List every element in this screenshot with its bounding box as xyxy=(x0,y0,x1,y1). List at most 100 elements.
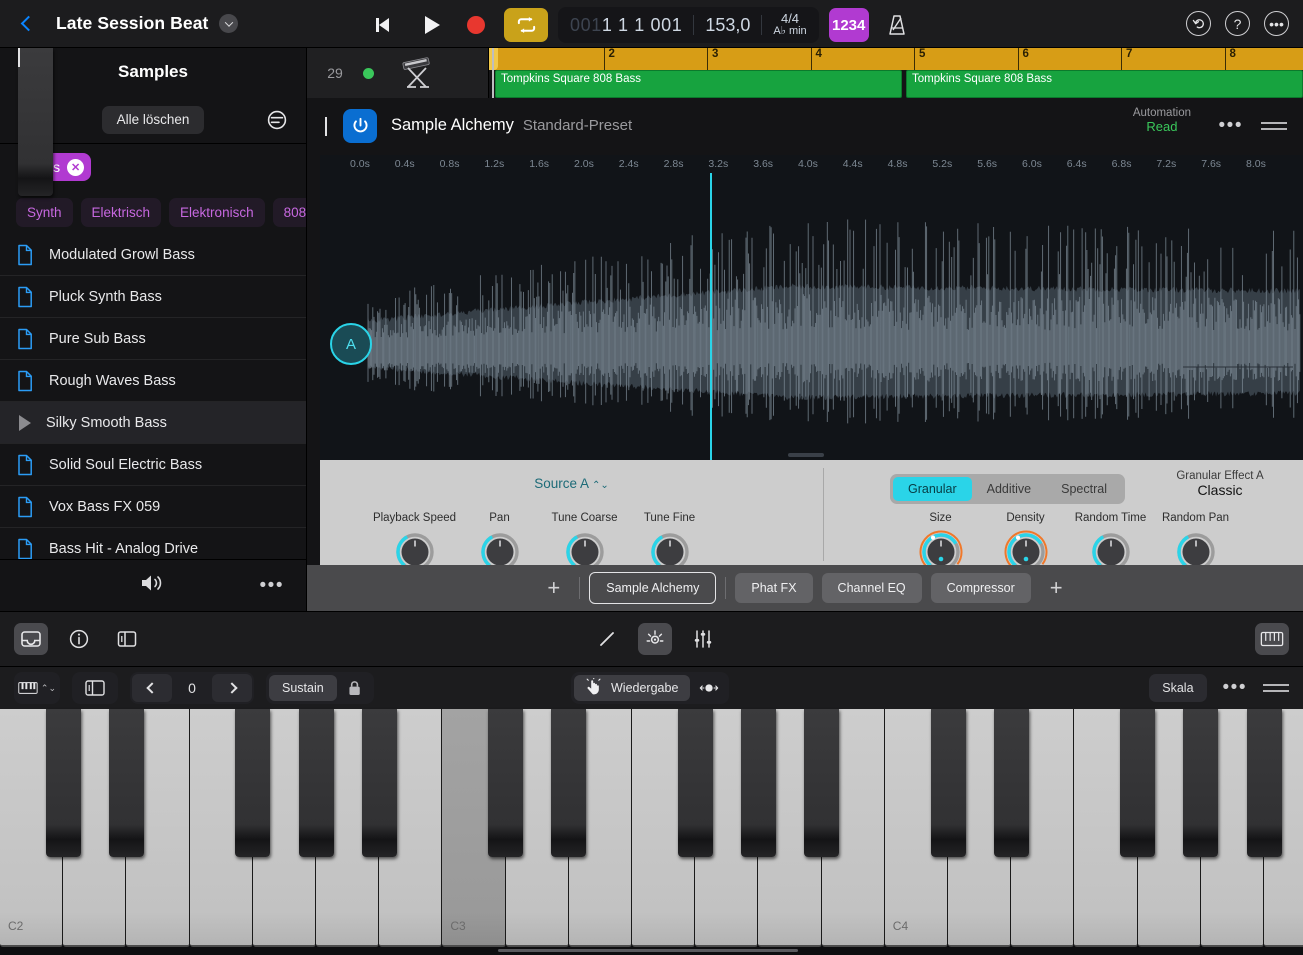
track-header[interactable]: 29 xyxy=(307,48,489,98)
cycle-button[interactable] xyxy=(504,8,548,42)
plugin-slot[interactable]: Compressor xyxy=(931,573,1031,603)
piano-keyboard[interactable]: C2C3C4 xyxy=(0,709,1303,955)
keyboard-type-selector[interactable]: ⌃⌄ xyxy=(14,672,60,704)
category-chip[interactable]: 808 xyxy=(273,198,306,227)
list-item[interactable]: Bass Hit - Analog Drive xyxy=(0,528,306,559)
knob-dial[interactable] xyxy=(1004,530,1048,565)
add-plugin-left-button[interactable]: + xyxy=(537,575,570,601)
keyboard-menu-button[interactable] xyxy=(1263,680,1289,696)
help-button[interactable]: ? xyxy=(1225,11,1250,36)
piano-black-key[interactable] xyxy=(994,709,1029,857)
pitchbend-button[interactable] xyxy=(692,675,726,701)
list-item[interactable]: Modulated Growl Bass xyxy=(0,234,306,276)
sustain-button[interactable]: Sustain xyxy=(269,675,337,701)
scale-button[interactable]: Skala xyxy=(1149,674,1206,702)
play-button[interactable] xyxy=(410,8,454,42)
brightness-button[interactable] xyxy=(638,623,672,655)
waveform-display[interactable]: 0.0s0.4s0.8s1.2s1.6s2.0s2.4s2.8s3.2s3.6s… xyxy=(320,155,1303,460)
knob-dial[interactable] xyxy=(648,530,692,565)
category-chip[interactable]: Elektrisch xyxy=(81,198,162,227)
list-item[interactable]: Pluck Synth Bass xyxy=(0,276,306,318)
piano-black-key[interactable] xyxy=(46,709,81,857)
category-chip[interactable]: Synth xyxy=(16,198,73,227)
add-plugin-right-button[interactable]: + xyxy=(1040,575,1073,601)
filter-button[interactable] xyxy=(266,109,288,131)
piano-black-key[interactable] xyxy=(1247,709,1282,857)
cycle-range[interactable]: 2345678 xyxy=(489,48,1303,70)
sustain-lock-button[interactable] xyxy=(339,675,371,701)
octave-up-button[interactable] xyxy=(212,674,252,702)
piano-black-key[interactable] xyxy=(362,709,397,857)
plugin-menu-button[interactable] xyxy=(1261,118,1287,134)
octave-down-button[interactable] xyxy=(132,674,172,702)
piano-black-key[interactable] xyxy=(804,709,839,857)
plugin-slot[interactable]: Phat FX xyxy=(735,573,812,603)
knob-dial[interactable] xyxy=(478,530,522,565)
automation-control[interactable]: Automation Read xyxy=(1133,107,1191,134)
track-region[interactable]: Tompkins Square 808 Bass xyxy=(495,70,902,98)
knob-dial[interactable] xyxy=(1089,530,1133,565)
playhead[interactable] xyxy=(492,48,494,98)
piano-black-key[interactable] xyxy=(551,709,586,857)
piano-black-key[interactable] xyxy=(299,709,334,857)
knob-tune-fine[interactable]: Tune Fine xyxy=(627,512,712,565)
plugin-back-button[interactable] xyxy=(325,117,327,135)
sliders-button[interactable] xyxy=(686,623,720,655)
project-menu-button[interactable] xyxy=(219,14,238,33)
track-record-enable-dot[interactable] xyxy=(363,68,374,79)
piano-black-key[interactable] xyxy=(1120,709,1155,857)
undo-button[interactable] xyxy=(1186,11,1211,36)
project-back-button[interactable] xyxy=(0,18,56,29)
list-item[interactable]: Solid Soul Electric Bass xyxy=(0,444,306,486)
knob-pan[interactable]: Pan xyxy=(457,512,542,565)
pencil-tool-button[interactable] xyxy=(590,623,624,655)
piano-black-key[interactable] xyxy=(931,709,966,857)
sidebar-more-button[interactable]: ••• xyxy=(260,575,284,597)
record-button[interactable] xyxy=(454,8,498,42)
list-item[interactable]: Silky Smooth Bass xyxy=(0,402,306,444)
plugin-preset[interactable]: Standard-Preset xyxy=(523,117,632,134)
speaker-button[interactable] xyxy=(138,571,168,600)
knob-dial[interactable] xyxy=(919,530,963,565)
sidebar-back-button[interactable] xyxy=(18,48,53,196)
granular-effect-info[interactable]: Granular Effect A Classic xyxy=(1130,470,1303,498)
panel-toggle-button[interactable] xyxy=(110,623,144,655)
list-item[interactable]: Rough Waves Bass xyxy=(0,360,306,402)
knob-random-time[interactable]: Random Time xyxy=(1068,512,1153,565)
waveform-playhead[interactable] xyxy=(710,173,712,460)
track-region[interactable]: Tompkins Square 808 Bass xyxy=(906,70,1303,98)
source-a-marker[interactable]: A xyxy=(330,323,372,365)
knob-dial[interactable] xyxy=(393,530,437,565)
piano-black-key[interactable] xyxy=(1183,709,1218,857)
knob-random-pan[interactable]: Random Pan xyxy=(1153,512,1238,565)
list-item[interactable]: Pure Sub Bass xyxy=(0,318,306,360)
plugin-slot[interactable]: Channel EQ xyxy=(822,573,922,603)
count-in-button[interactable]: 1234 xyxy=(829,8,869,42)
library-button[interactable] xyxy=(14,623,48,655)
effect-type-selector[interactable]: GranularAdditiveSpectral xyxy=(890,474,1125,504)
piano-scroll-indicator[interactable] xyxy=(498,949,798,952)
timeline-ruler[interactable]: 2345678 Tompkins Square 808 BassTompkins… xyxy=(489,48,1303,98)
knob-size[interactable]: Size xyxy=(898,512,983,565)
knob-tune-coarse[interactable]: Tune Coarse xyxy=(542,512,627,565)
piano-black-key[interactable] xyxy=(109,709,144,857)
plugin-slot[interactable]: Sample Alchemy xyxy=(589,572,716,604)
plugin-more-button[interactable]: ••• xyxy=(1219,115,1243,137)
octave-stepper[interactable]: 0 xyxy=(130,672,254,704)
piano-black-key[interactable] xyxy=(678,709,713,857)
effect-tab-additive[interactable]: Additive xyxy=(972,477,1046,501)
keyboard-more-button[interactable]: ••• xyxy=(1223,677,1247,699)
keyboard-panel-button[interactable] xyxy=(72,672,118,704)
source-panel-title[interactable]: Source A ⌃⌄ xyxy=(320,476,823,491)
waveform-scroll-indicator[interactable] xyxy=(788,453,824,457)
effect-tab-spectral[interactable]: Spectral xyxy=(1046,477,1122,501)
knob-dial[interactable] xyxy=(563,530,607,565)
sample-list[interactable]: Modulated Growl BassPluck Synth BassPure… xyxy=(0,234,306,559)
category-chip[interactable]: Elektronisch xyxy=(169,198,265,227)
rewind-button[interactable] xyxy=(366,8,410,42)
effect-tab-granular[interactable]: Granular xyxy=(893,477,972,501)
close-icon[interactable]: ✕ xyxy=(67,159,84,176)
knob-dial[interactable] xyxy=(1174,530,1218,565)
info-button[interactable] xyxy=(62,623,96,655)
keyboard-toggle-button[interactable] xyxy=(1255,623,1289,655)
